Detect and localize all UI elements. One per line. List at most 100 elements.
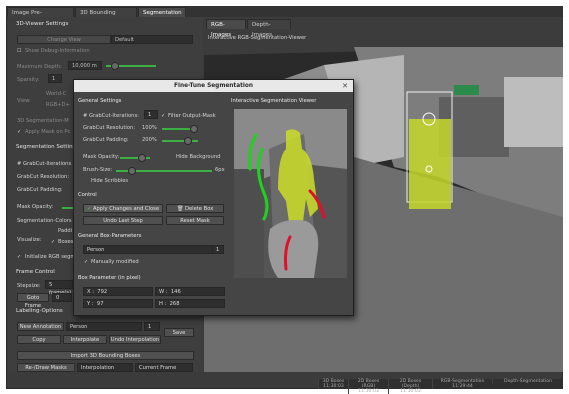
dialog-class-dropdown[interactable]: Person [83, 245, 215, 254]
labeling-options-header: Labeling-Options [16, 308, 63, 314]
tab-3d-bounding-boxes[interactable]: 3D Bounding Boxes [75, 7, 137, 26]
max-depth-field[interactable]: 10,000 m [68, 61, 102, 70]
dialog-pad-value: 200% [142, 137, 157, 143]
status-3d-boxes: 3D Boxes 11:30:03 [318, 379, 348, 389]
grabcut-pad-label: GrabCut Padding: [17, 187, 63, 193]
count-spinbox[interactable]: 1 [144, 322, 160, 331]
tab-segmentation[interactable]: Segmentation [138, 7, 186, 17]
goto-frame-field[interactable]: 0 [52, 293, 72, 302]
dialog-res-label: GrabCut Resolution: [83, 125, 136, 131]
slider-handle[interactable] [184, 137, 192, 145]
dialog-class-spinbox[interactable]: 1 [212, 245, 224, 254]
delete-box-button[interactable]: 🗑 Delete Box [166, 204, 224, 213]
frame-control-header: Frame Control [16, 269, 55, 275]
seg-colors-label: Segmentation-Colors [17, 218, 72, 224]
undo-interpolation-button[interactable]: Undo Interpolation [109, 335, 161, 344]
tab-depth-images[interactable]: Depth-Images [247, 19, 291, 38]
y-field[interactable]: Y : 97 [83, 299, 153, 308]
x-field[interactable]: X : 792 [83, 287, 153, 296]
status-2d-boxes-rgb: 2D Boxes (RGB) 11:30:03 [348, 379, 388, 394]
grabcut-iter-label: # GrabCut-Iterations [17, 161, 72, 167]
slider-handle[interactable] [190, 125, 198, 133]
init-rgb-checkbox[interactable]: ✓ [17, 254, 23, 260]
h-field[interactable]: H : 268 [155, 299, 225, 308]
close-icon[interactable]: ✕ [340, 81, 350, 91]
status-bar: 3D Boxes 11:30:03 2D Boxes (RGB) 11:30:03 … [318, 379, 563, 394]
goto-frame-button[interactable]: Goto Frame [17, 293, 49, 309]
brush-size-value: 6px [215, 167, 225, 173]
current-frame-dropdown[interactable]: Current Frame [135, 363, 193, 372]
seg-model-label: 3D Segmentation-M [17, 118, 69, 124]
dialog-title: Fine-Tune Segmentation [74, 80, 353, 92]
import-3d-boxes-button[interactable]: Import 3D Bounding Boxes [17, 351, 194, 360]
boxes-label: Boxes [58, 239, 74, 245]
view-option-rgbd[interactable]: RGB+D+ [46, 102, 70, 108]
dialog-mask-opacity-slider[interactable] [120, 154, 150, 162]
redraw-masks-button[interactable]: Re-/Draw Masks [17, 363, 75, 372]
status-depth-segmentation: Depth-Segmentation [492, 379, 563, 384]
padding-option[interactable]: Paddi [58, 228, 72, 234]
manually-modified-checkbox[interactable]: ✓ [84, 259, 90, 265]
brush-size-label: Brush-Size: [83, 167, 113, 173]
mask-opacity-label: Mask Opacity: [17, 204, 54, 210]
change-view-button[interactable]: Change View [17, 35, 111, 44]
hide-background-toggle[interactable]: Hide Background [176, 154, 220, 160]
grabcut-res-label: GrabCut Resolution: [17, 174, 70, 180]
max-depth-slider[interactable] [106, 62, 156, 70]
debug-checkbox[interactable]: ☐ [17, 48, 23, 54]
apply-mask-checkbox[interactable]: ✓ [17, 129, 23, 135]
slider-handle[interactable] [111, 62, 119, 70]
view-dropdown[interactable]: Default [111, 35, 193, 44]
trash-icon: 🗑 [176, 206, 185, 212]
filter-output-label: Filter Output-Mask [168, 113, 216, 119]
init-rgb-label: Initialize RGB segm [25, 254, 76, 260]
visualize-label: Visualize: [17, 237, 42, 243]
slider-handle[interactable] [128, 167, 136, 175]
slider-handle[interactable] [138, 154, 146, 162]
manually-modified-label: Manually modified [91, 259, 139, 265]
tab-rgb-images[interactable]: RGB-Images [206, 19, 246, 38]
segmentation-canvas[interactable] [234, 109, 347, 278]
apply-close-button[interactable]: ✓ Apply Changes and Close [83, 204, 163, 213]
view-label: View: [17, 98, 31, 104]
apply-mask-label: Apply Mask on Pc [25, 129, 71, 135]
fine-tune-dialog: Fine-Tune Segmentation ✕ General Setting… [73, 79, 354, 316]
class-dropdown[interactable]: Person [66, 322, 142, 331]
dialog-pad-slider[interactable] [162, 137, 198, 145]
box-params-header: General Box-Parameters [78, 233, 142, 239]
w-field[interactable]: W : 146 [155, 287, 225, 296]
max-depth-label: Maximum Depth: [17, 64, 62, 70]
viewer-settings-header: 3D-Viewer Settings [16, 21, 69, 27]
filter-output-checkbox[interactable]: ✓ [161, 113, 167, 119]
sparsity-label: Sparsity: [17, 77, 40, 83]
main-tabbar: Image Pre-Processing 3D Bounding Boxes S… [6, 6, 563, 26]
dialog-iter-label: # GrabCut-Iterations: [83, 113, 139, 119]
stepsize-label: Stepsize: [17, 283, 41, 289]
brush-size-slider[interactable] [116, 167, 212, 175]
copy-button[interactable]: Copy [17, 335, 61, 344]
interpolate-button[interactable]: Interpolate [63, 335, 107, 344]
new-annotation-button[interactable]: New Annotation [17, 322, 64, 331]
sparsity-field[interactable]: 1 [48, 74, 62, 83]
boxes-checkbox[interactable]: ✓ [51, 239, 57, 245]
stepsize-field[interactable]: 5 frame(s) [45, 280, 73, 296]
view-option-world[interactable]: World-C [46, 91, 66, 97]
hide-scribbles-toggle[interactable]: Hide Scribbles [91, 178, 128, 184]
status-2d-boxes-depth: 2D Boxes (Depth) 11:30:03 [388, 379, 432, 394]
rgb-viewer-title: Interactive RGB-Segmentation-Viewer [208, 35, 307, 41]
reset-mask-button[interactable]: Reset Mask [166, 216, 224, 225]
dialog-pad-label: GrabCut Padding: [83, 137, 129, 143]
segmentation-viewer-title: Interactive Segmentation Viewer [231, 98, 317, 104]
seg-settings-header: Segmentation Settings [16, 144, 79, 150]
dialog-res-value: 100% [142, 125, 157, 131]
general-settings-header: General Settings [78, 98, 122, 104]
control-header: Control [78, 192, 97, 198]
interpolation-dropdown[interactable]: Interpolation [77, 363, 133, 372]
tab-image-preprocessing[interactable]: Image Pre-Processing [7, 7, 74, 26]
save-button[interactable]: Save [164, 328, 194, 337]
dialog-res-slider[interactable] [162, 125, 198, 133]
dialog-iter-spinbox[interactable]: 1 [144, 110, 158, 119]
status-rgb-segmentation: RGB-Segmentation 11:29:44 [432, 379, 492, 389]
undo-last-step-button[interactable]: Undo Last Step [83, 216, 163, 225]
debug-label: Show Debug-Information [25, 48, 90, 54]
